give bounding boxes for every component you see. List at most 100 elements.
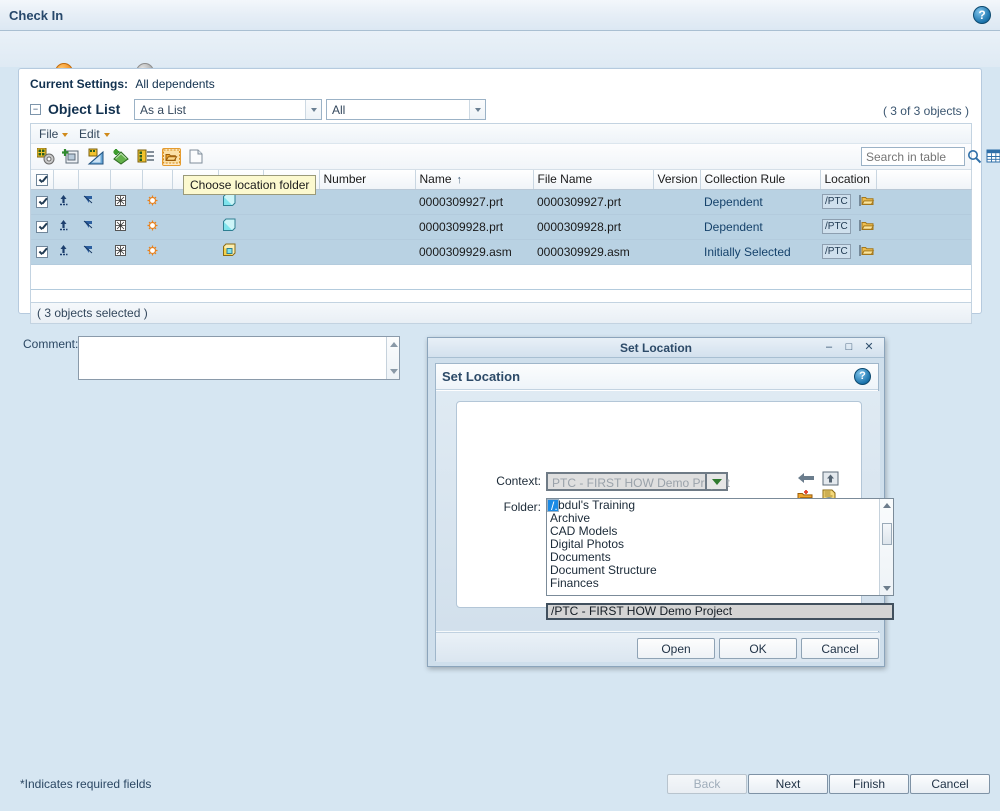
row-status-icon-cell: [110, 189, 142, 215]
dialog-inner: Set Location ? Context: PTC - FIRST HOW …: [435, 363, 894, 662]
col-collection-rule[interactable]: Collection Rule: [700, 170, 821, 190]
chevron-down-icon[interactable]: [705, 474, 726, 489]
scroll-down-icon[interactable]: [390, 369, 398, 374]
collect-objects-panel: Current Settings: All dependents − Objec…: [18, 68, 1000, 324]
folder-icon[interactable]: [859, 244, 875, 260]
location-chip: /PTC: [822, 194, 851, 209]
set-attributes-icon[interactable]: [137, 148, 156, 166]
col-icon-4[interactable]: [142, 170, 173, 190]
back-arrow-icon[interactable]: [797, 470, 815, 489]
row-checkbox-cell[interactable]: [31, 189, 53, 215]
folder-icon[interactable]: [859, 194, 875, 210]
filter-select[interactable]: All: [326, 99, 486, 120]
row-status-icon-cell: [110, 214, 142, 240]
object-list-expander[interactable]: −: [30, 104, 41, 115]
row-checkbox-cell[interactable]: [31, 214, 53, 240]
add-to-collection-icon[interactable]: [62, 148, 81, 166]
row-checkbox[interactable]: [36, 196, 48, 209]
up-folder-icon[interactable]: [822, 470, 839, 489]
cancel-button[interactable]: Cancel: [801, 638, 879, 659]
scrollbar-thumb[interactable]: [882, 523, 892, 545]
finish-button[interactable]: Finish: [829, 774, 909, 794]
col-location[interactable]: Location: [820, 170, 877, 190]
col-icon-1[interactable]: [53, 170, 79, 190]
scroll-up-icon[interactable]: [883, 503, 891, 508]
table-empty-cell: [31, 264, 971, 290]
col-name[interactable]: Name ↑: [415, 170, 534, 190]
row-checkbox-cell[interactable]: [31, 239, 53, 265]
col-select-all[interactable]: [31, 170, 54, 190]
folder-icon[interactable]: [859, 219, 875, 235]
folder-list-scrollbar[interactable]: [879, 499, 893, 595]
row-checkbox[interactable]: [36, 246, 48, 259]
folder-item[interactable]: /.: [547, 499, 559, 513]
table-row[interactable]: 0000309928.prt 0000309928.prt Dependent …: [31, 214, 971, 240]
context-label: Context:: [496, 474, 541, 488]
row-modified-icon-cell: [78, 239, 110, 265]
col-number[interactable]: Number: [319, 170, 416, 190]
folder-item[interactable]: Abdul's Training: [547, 499, 893, 512]
folder-label: Folder:: [503, 500, 541, 514]
collect-related-objects-icon[interactable]: [36, 147, 56, 166]
row-collection-rule: Dependent: [700, 214, 820, 240]
choose-location-folder-icon[interactable]: [162, 148, 181, 166]
scroll-down-icon[interactable]: [883, 586, 891, 591]
help-icon[interactable]: ?: [973, 6, 991, 24]
folder-list[interactable]: /. Abdul's Training Archive CAD Models D…: [546, 498, 894, 596]
back-button[interactable]: Back: [667, 774, 747, 794]
row-checkbox[interactable]: [36, 221, 48, 234]
row-icon-6-cell: [172, 239, 218, 265]
table-toolbar: [31, 144, 1000, 170]
object-list-title: Object List: [48, 101, 121, 117]
current-settings-label: Current Settings:: [30, 77, 129, 91]
comment-field[interactable]: [78, 336, 400, 380]
object-list-header-row: − Object List As a List All: [30, 99, 972, 123]
next-button[interactable]: Next: [748, 774, 828, 794]
maximize-icon[interactable]: □: [842, 341, 856, 355]
row-new-icon-cell: [142, 239, 172, 265]
drawing-icon[interactable]: [87, 148, 106, 166]
chevron-down-icon[interactable]: [305, 100, 321, 119]
cancel-button[interactable]: Cancel: [910, 774, 990, 794]
col-icon-2[interactable]: [78, 170, 111, 190]
dialog-body: Context: PTC - FIRST HOW Demo Project Fo…: [436, 391, 894, 631]
help-icon[interactable]: ?: [854, 368, 871, 385]
folder-item[interactable]: Document Structure: [547, 564, 893, 577]
context-select[interactable]: PTC - FIRST HOW Demo Project: [546, 472, 730, 491]
table-search-area: [861, 147, 1000, 166]
selected-path-field[interactable]: /PTC - FIRST HOW Demo Project: [546, 603, 894, 620]
view-mode-select[interactable]: As a List: [134, 99, 322, 120]
comment-scrollbar[interactable]: [386, 337, 399, 379]
table-row[interactable]: 0000309927.prt 0000309927.prt Dependent …: [31, 189, 971, 215]
folder-item[interactable]: Finances: [547, 577, 893, 590]
close-icon[interactable]: ✕: [862, 341, 876, 355]
minimize-icon[interactable]: –: [822, 341, 836, 355]
col-name-label: Name: [419, 172, 452, 187]
update-icon[interactable]: [112, 148, 131, 166]
magnifier-icon[interactable]: [967, 149, 982, 164]
scroll-up-icon[interactable]: [390, 342, 398, 347]
row-type-icon-cell: [218, 239, 263, 265]
menu-edit[interactable]: Edit: [79, 127, 110, 141]
window-title: Check In: [9, 8, 64, 23]
wizard-steps: 1 Collect Objects 2 Set Options: [0, 31, 1000, 96]
open-button[interactable]: Open: [637, 638, 715, 659]
table-row[interactable]: 0000309929.asm 0000309929.asm Initially …: [31, 239, 971, 265]
row-tail: [876, 214, 971, 240]
new-window-icon[interactable]: [187, 148, 206, 166]
ok-button[interactable]: OK: [719, 638, 797, 659]
object-table-container: File Edit Search in table Number Name ↑ …: [30, 123, 1000, 303]
select-all-checkbox[interactable]: [35, 174, 48, 187]
dialog-title: Set Location: [619, 341, 692, 355]
dialog-titlebar[interactable]: Set Location – □ ✕: [428, 338, 884, 358]
search-input[interactable]: [861, 147, 965, 166]
col-version[interactable]: Version: [653, 170, 701, 190]
menu-file[interactable]: File: [39, 127, 69, 141]
col-icon-3[interactable]: [110, 170, 143, 190]
comment-label: Comment:: [23, 337, 79, 351]
row-name: 0000309928.prt: [415, 214, 533, 240]
table-view-icon[interactable]: [986, 149, 1000, 165]
col-file-name[interactable]: File Name: [533, 170, 654, 190]
chevron-down-icon[interactable]: [469, 100, 485, 119]
row-icon-6-cell: [172, 214, 218, 240]
